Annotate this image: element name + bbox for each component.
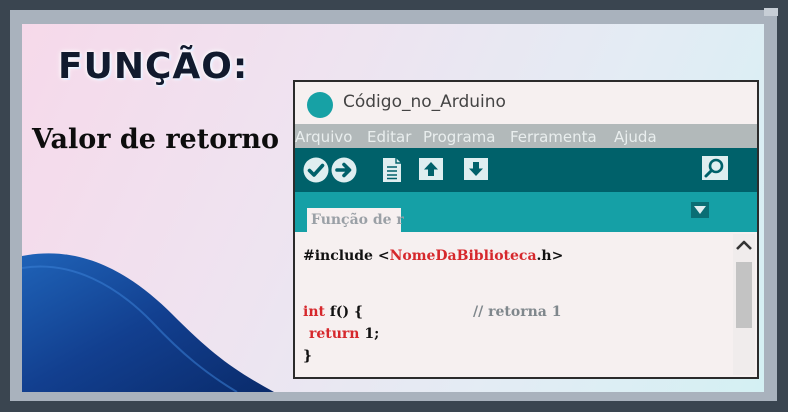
code-include-close: .h> bbox=[536, 248, 564, 264]
code-return-value: 1; bbox=[364, 326, 380, 342]
tab-sketch-label: Função de r bbox=[311, 212, 404, 228]
serial-monitor-icon[interactable] bbox=[701, 155, 729, 181]
code-line-return: return 1; bbox=[309, 326, 379, 342]
code-function-signature: f() { bbox=[329, 304, 363, 320]
code-line-include: #include <NomeDaBiblioteca.h> bbox=[303, 248, 563, 264]
tab-menu-dropdown-icon[interactable] bbox=[691, 202, 709, 218]
tab-sketch[interactable]: Função de r bbox=[307, 208, 404, 232]
tab-bar: Função de r bbox=[295, 192, 757, 232]
menu-ajuda[interactable]: Ajuda bbox=[614, 128, 657, 146]
code-comment: // retorna 1 bbox=[473, 304, 562, 320]
menu-ferramenta[interactable]: Ferramenta bbox=[510, 128, 597, 146]
window-title: Código_no_Arduino bbox=[343, 92, 506, 112]
code-keyword-int: int bbox=[303, 304, 325, 320]
code-editor[interactable]: #include <NomeDaBiblioteca.h> int f() { … bbox=[295, 232, 757, 377]
arduino-ide-window: Código_no_Arduino Arquivo Editar Program… bbox=[293, 80, 759, 379]
slide-title: FUNÇÃO: bbox=[58, 46, 249, 87]
menu-bar: Arquivo Editar Programa Ferramenta Ajuda bbox=[295, 124, 757, 148]
scroll-up-arrow-icon[interactable] bbox=[733, 236, 755, 256]
open-icon[interactable] bbox=[418, 157, 444, 181]
menu-arquivo[interactable]: Arquivo bbox=[295, 128, 352, 146]
window-titlebar: Código_no_Arduino bbox=[295, 82, 757, 124]
menu-editar[interactable]: Editar bbox=[367, 128, 411, 146]
slide-subtitle: Valor de retorno bbox=[32, 124, 280, 155]
code-close-brace: } bbox=[303, 348, 313, 364]
code-include-directive: #include bbox=[303, 248, 373, 264]
menu-programa[interactable]: Programa bbox=[423, 128, 495, 146]
verify-icon[interactable] bbox=[303, 157, 329, 183]
code-include-open: < bbox=[377, 248, 390, 264]
save-icon[interactable] bbox=[463, 157, 489, 181]
new-file-icon[interactable] bbox=[381, 157, 403, 183]
frame-corner bbox=[764, 8, 778, 16]
upload-icon[interactable] bbox=[331, 157, 357, 183]
toolbar bbox=[295, 148, 757, 192]
code-library-name: NomeDaBiblioteca bbox=[389, 248, 537, 264]
code-line-declaration: int f() { bbox=[303, 304, 363, 320]
code-keyword-return: return bbox=[309, 326, 360, 342]
arduino-logo-icon bbox=[307, 92, 333, 118]
scrollbar-thumb[interactable] bbox=[736, 262, 752, 328]
slide: FUNÇÃO: Valor de retorno Código_no_Ardui… bbox=[22, 24, 764, 392]
